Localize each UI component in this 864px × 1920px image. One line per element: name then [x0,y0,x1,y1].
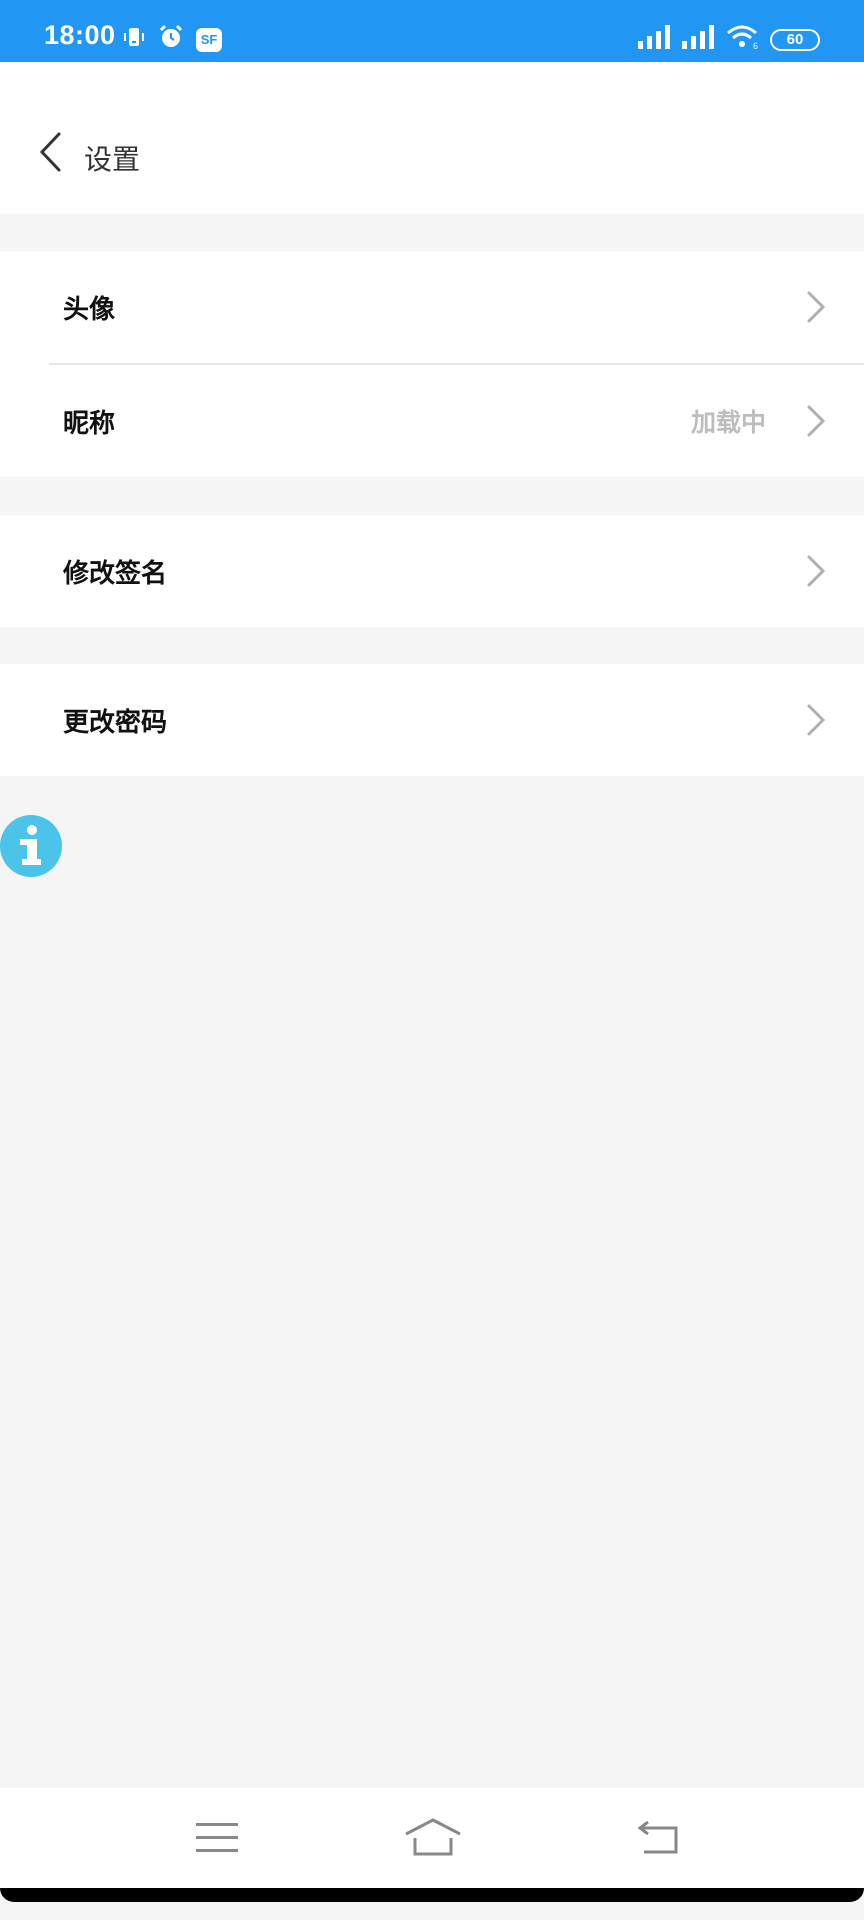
sf-icon: SF [196,27,222,52]
row-label: 昵称 [63,407,116,438]
back-icon [637,1820,678,1854]
status-icons-left: SF [122,24,222,55]
settings-row-nickname[interactable]: 昵称 加载中 [0,365,864,477]
header: 设置 [0,62,864,214]
status-time: 18:00 [44,20,116,50]
nav-menu-button[interactable] [187,1810,247,1866]
row-label: 修改签名 [63,557,168,588]
system-nav-bar [0,1788,864,1888]
settings-group-password: 更改密码 [0,664,864,776]
signal-icon [682,25,716,54]
signal-icon [638,25,672,54]
settings-group-profile: 头像 昵称 加载中 [0,251,864,477]
row-label: 更改密码 [63,706,168,737]
nav-back-button[interactable] [628,1810,688,1866]
battery-icon: 60 [770,28,820,51]
chevron-left-icon [39,132,61,172]
page-title: 设置 [84,144,141,175]
home-icon [405,1818,461,1856]
chevron-right-icon [802,401,830,441]
settings-row-avatar[interactable]: 头像 [0,251,864,363]
info-icon [0,815,62,877]
row-label: 头像 [63,293,116,324]
status-bar: 18:00 SF 6 60 [0,0,864,62]
nav-home-button[interactable] [403,1810,463,1866]
screen-bottom-edge [0,1888,864,1920]
settings-row-change-password[interactable]: 更改密码 [0,664,864,776]
info-floating-button[interactable] [0,815,62,877]
chevron-right-icon [802,700,830,740]
settings-row-edit-signature[interactable]: 修改签名 [0,515,864,627]
wifi-icon: 6 [726,24,760,55]
chevron-right-icon [802,287,830,327]
nickname-value: 加载中 [690,409,766,437]
chevron-right-icon [802,551,830,591]
menu-icon [196,1823,238,1852]
status-icons-right: 6 60 [638,24,820,55]
settings-group-signature: 修改签名 [0,515,864,627]
vibrate-icon [122,25,146,54]
back-button[interactable] [26,128,74,176]
alarm-icon [158,24,184,55]
svg-text:6: 6 [753,41,758,50]
